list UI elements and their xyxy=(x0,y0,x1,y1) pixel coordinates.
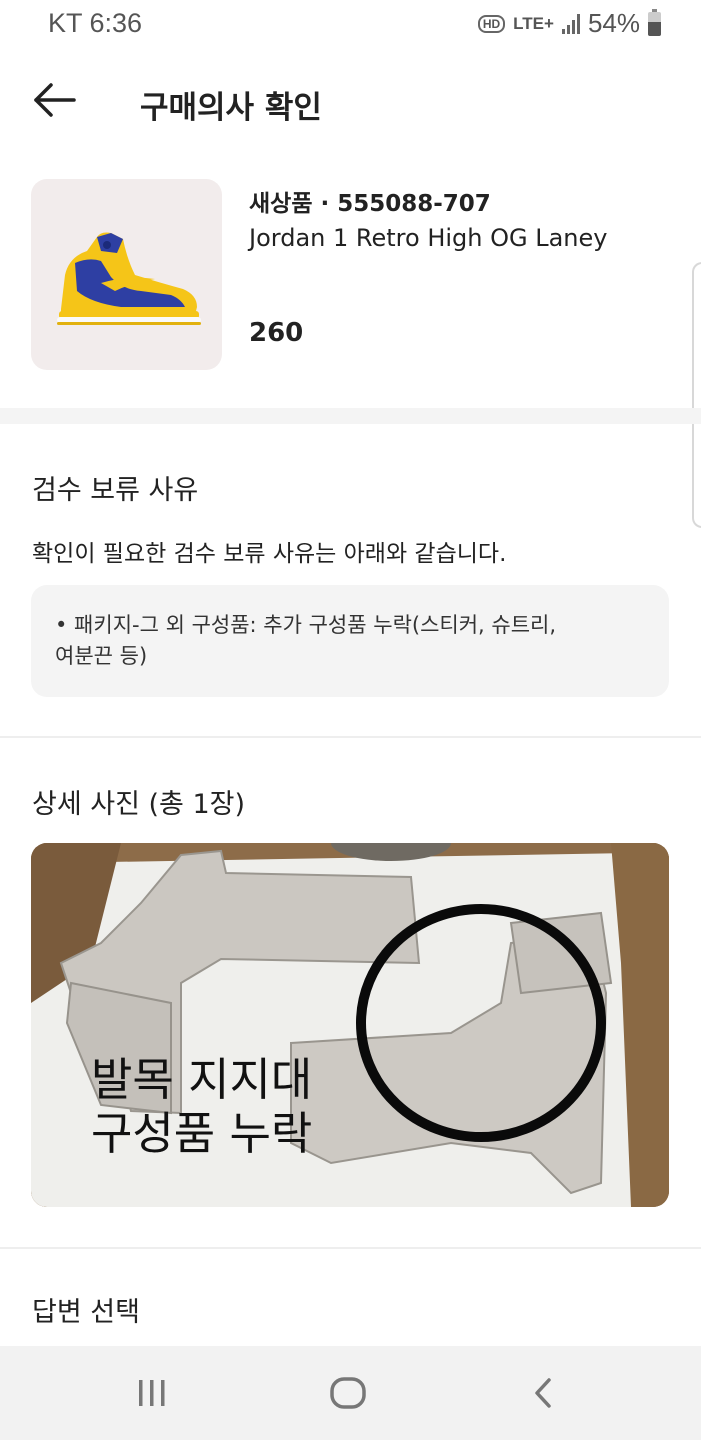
home-icon xyxy=(330,1377,366,1409)
section-divider xyxy=(0,408,701,424)
photo-caption: 발목 지지대 구성품 누락 xyxy=(91,1053,312,1161)
status-icons: HD LTE+ 54% xyxy=(477,8,661,39)
product-image xyxy=(31,179,222,370)
system-nav-bar xyxy=(0,1346,701,1440)
inspection-photo[interactable]: 발목 지지대 구성품 누락 xyxy=(31,843,669,1207)
hold-reason-box: • 패키지-그 외 구성품: 추가 구성품 누락(스티커, 슈트리, 여분끈 등… xyxy=(31,585,669,697)
app-header: 구매의사 확인 xyxy=(0,60,701,146)
product-size: 260 xyxy=(249,318,304,348)
answer-section-title: 답변 선택 xyxy=(32,1297,140,1328)
back-button[interactable] xyxy=(30,78,80,128)
divider xyxy=(0,1247,701,1249)
status-bar: KT 6:36 HD LTE+ 54% xyxy=(0,0,701,50)
inspection-section-title: 검수 보류 사유 xyxy=(32,475,199,506)
chevron-left-icon xyxy=(535,1378,551,1408)
arrow-left-icon xyxy=(34,83,76,117)
recent-apps-icon xyxy=(139,1380,165,1406)
edge-panel-handle[interactable] xyxy=(692,262,701,528)
battery-percent: 54% xyxy=(587,8,640,38)
battery-icon xyxy=(648,8,661,36)
inspection-description: 확인이 필요한 검수 보류 사유는 아래와 같습니다. xyxy=(32,541,507,567)
back-nav-button[interactable] xyxy=(514,1370,574,1416)
lte-icon: LTE+ xyxy=(513,13,554,33)
product-name: Jordan 1 Retro High OG Laney xyxy=(249,224,608,252)
photo-caption-line: 구성품 누락 xyxy=(91,1107,313,1160)
signal-icon xyxy=(561,13,580,34)
sneaker-image xyxy=(57,232,201,325)
photos-section-title: 상세 사진 (총 1장) xyxy=(32,789,246,820)
product-meta: 새상품 · 555088-707 xyxy=(249,191,491,217)
home-button[interactable] xyxy=(318,1370,378,1416)
product-summary[interactable]: 새상품 · 555088-707 Jordan 1 Retro High OG … xyxy=(0,178,701,378)
status-carrier-time: KT 6:36 xyxy=(48,8,143,38)
hold-reason-line: • 패키지-그 외 구성품: 추가 구성품 누락(스티커, 슈트리, xyxy=(55,613,557,637)
recent-apps-button[interactable] xyxy=(122,1370,182,1416)
hd-voice-icon: HD xyxy=(477,14,506,33)
page-title: 구매의사 확인 xyxy=(140,90,322,126)
divider xyxy=(0,736,701,738)
hold-reason-line: 여분끈 등) xyxy=(55,644,148,668)
photo-caption-line: 발목 지지대 xyxy=(91,1053,313,1106)
